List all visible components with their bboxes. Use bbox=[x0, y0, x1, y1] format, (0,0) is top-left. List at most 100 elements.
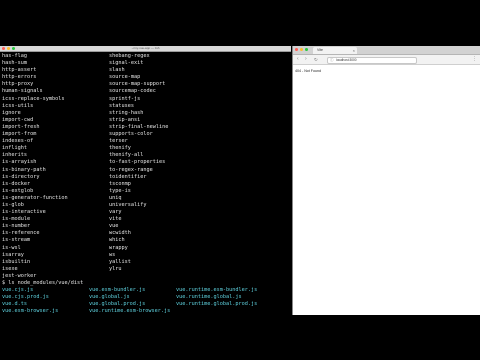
terminal-line: hash-sum signal-exit bbox=[2, 60, 291, 67]
terminal-line: inflight thenify bbox=[2, 145, 291, 152]
dist-file: vue.runtime.esm-bundler.js bbox=[176, 287, 258, 294]
package-name: is-reference bbox=[2, 230, 40, 237]
package-name: to-fast-properties bbox=[109, 159, 166, 166]
browser-window[interactable]: Vite × ‹ › ↻ ⓘ localhost:3000 ⋮ 404 - No… bbox=[292, 46, 480, 315]
back-icon[interactable]: ‹ bbox=[297, 56, 299, 63]
package-name: http-assert bbox=[2, 67, 37, 74]
terminal-line: isarray ws bbox=[2, 252, 291, 259]
dist-file: vue.esm-bundler.js bbox=[89, 287, 146, 294]
tab-close-icon[interactable]: × bbox=[353, 47, 355, 54]
package-name: is-module bbox=[2, 216, 31, 223]
terminal-line: is-generator-function uniq bbox=[2, 195, 291, 202]
package-name: type-is bbox=[109, 187, 131, 194]
package-name: wrappy bbox=[109, 244, 128, 251]
terminal-line: has-flag shebang-regex bbox=[2, 53, 291, 60]
package-name: import-cwd bbox=[2, 116, 34, 123]
package-name: sourcemap-codec bbox=[109, 88, 156, 95]
terminal-title: ~/my-vue-app — zsh bbox=[131, 46, 160, 50]
package-name: wcwidth bbox=[109, 230, 131, 237]
package-name: icss-utils bbox=[2, 102, 34, 109]
terminal-line: inherits thenify-all bbox=[2, 152, 291, 159]
package-name: ylru bbox=[109, 265, 122, 272]
forward-icon[interactable]: › bbox=[305, 56, 307, 63]
package-name: thenify bbox=[109, 145, 131, 152]
browser-tabbar: Vite × bbox=[293, 46, 480, 55]
terminal-line: vue.esm-browser.js vue.runtime.esm-browse… bbox=[2, 308, 291, 315]
package-name: is-arrayish bbox=[2, 159, 37, 166]
package-name: string-hash bbox=[109, 109, 144, 116]
package-name: which bbox=[109, 237, 125, 244]
terminal-line: http-proxy source-map-support bbox=[2, 81, 291, 88]
package-name: sprintf-js bbox=[109, 95, 141, 102]
terminal-line: is-directory toidentifier bbox=[2, 174, 291, 181]
package-name: hash-sum bbox=[2, 60, 27, 67]
terminal-output[interactable]: has-flag shebang-regex hash-sum signal-exit… bbox=[2, 53, 291, 315]
package-name: inflight bbox=[2, 145, 27, 152]
info-icon: ⓘ bbox=[330, 58, 334, 62]
package-name: uniq bbox=[109, 194, 122, 201]
terminal-line: isbuiltin yallist bbox=[2, 259, 291, 266]
dist-file: vue.d.ts bbox=[2, 301, 27, 308]
terminal-line: vue.d.ts vue.global.prod.js vue.runtime.gl… bbox=[2, 301, 291, 308]
dist-file: vue.cjs.js bbox=[2, 287, 34, 294]
dist-file: vue.runtime.global.prod.js bbox=[176, 301, 258, 308]
package-name: vue bbox=[109, 223, 119, 230]
package-name: yallist bbox=[109, 258, 131, 265]
package-name: strip-ansi bbox=[109, 116, 141, 123]
terminal-line: is-wsl wrappy bbox=[2, 245, 291, 252]
terminal-line: import-fresh strip-final-newline bbox=[2, 124, 291, 131]
terminal-line: is-interactive vary bbox=[2, 209, 291, 216]
menu-icon[interactable]: ⋮ bbox=[472, 56, 477, 63]
package-name: to-regex-range bbox=[109, 166, 153, 173]
package-name: vite bbox=[109, 216, 122, 223]
package-name: source-map-support bbox=[109, 81, 166, 88]
package-name: isexe bbox=[2, 265, 18, 272]
package-name: shebang-regex bbox=[109, 53, 150, 59]
dist-file: vue.global.prod.js bbox=[89, 301, 146, 308]
dist-file: vue.runtime.global.js bbox=[176, 294, 242, 301]
terminal-line: icss-replace-symbols sprintf-js bbox=[2, 96, 291, 103]
zoom-icon[interactable] bbox=[305, 48, 308, 51]
terminal-line: ignore string-hash bbox=[2, 110, 291, 117]
terminal-line: import-cwd strip-ansi bbox=[2, 117, 291, 124]
package-name: is-wsl bbox=[2, 244, 21, 251]
terminal-line: human-signals sourcemap-codec bbox=[2, 88, 291, 95]
url-text: localhost:3000 bbox=[336, 58, 357, 62]
close-icon[interactable] bbox=[295, 48, 298, 51]
dist-file: vue.cjs.prod.js bbox=[2, 294, 49, 301]
package-name: strip-final-newline bbox=[109, 123, 169, 130]
package-name: ws bbox=[109, 251, 116, 258]
package-name: isbuiltin bbox=[2, 258, 31, 265]
page-message: 404 - Not Found bbox=[295, 69, 321, 73]
terminal-line: vue.cjs.prod.js vue.global.js vue.runtime.… bbox=[2, 294, 291, 301]
terminal-window[interactable]: ~/my-vue-app — zsh has-flag shebang-regex… bbox=[0, 46, 291, 315]
package-name: is-glob bbox=[2, 201, 24, 208]
terminal-line: is-extglob type-is bbox=[2, 188, 291, 195]
tab-title: Vite bbox=[317, 48, 323, 52]
minimize-icon[interactable] bbox=[300, 48, 303, 51]
page-content: 404 - Not Found bbox=[293, 65, 480, 77]
browser-toolbar: ‹ › ↻ ⓘ localhost:3000 ⋮ bbox=[293, 55, 480, 65]
package-name: is-interactive bbox=[2, 209, 46, 216]
terminal-line: vue.cjs.js vue.esm-bundler.js vue.runtime.… bbox=[2, 287, 291, 294]
reload-icon[interactable]: ↻ bbox=[314, 56, 318, 63]
package-name: tsconmp bbox=[109, 180, 131, 187]
package-name: is-directory bbox=[2, 173, 40, 180]
terminal-line: indexes-of terser bbox=[2, 138, 291, 145]
package-name: is-extglob bbox=[2, 187, 34, 194]
package-name: is-number bbox=[2, 223, 31, 230]
address-bar[interactable]: ⓘ localhost:3000 bbox=[327, 57, 417, 64]
package-name: vary bbox=[109, 209, 122, 216]
package-name: slash bbox=[109, 67, 125, 74]
package-name bbox=[109, 273, 217, 280]
terminal-line: jest-worker bbox=[2, 273, 291, 280]
terminal-line: is-module vite bbox=[2, 216, 291, 223]
package-name: indexes-of bbox=[2, 138, 34, 145]
package-name: toidentifier bbox=[109, 173, 147, 180]
package-name: thenify-all bbox=[109, 152, 144, 159]
package-name: is-generator-function bbox=[2, 194, 68, 201]
terminal-line: http-errors source-map bbox=[2, 74, 291, 81]
browser-tab[interactable]: Vite × bbox=[313, 47, 357, 54]
package-name: is-binary-path bbox=[2, 166, 46, 173]
package-name: inherits bbox=[2, 152, 27, 159]
